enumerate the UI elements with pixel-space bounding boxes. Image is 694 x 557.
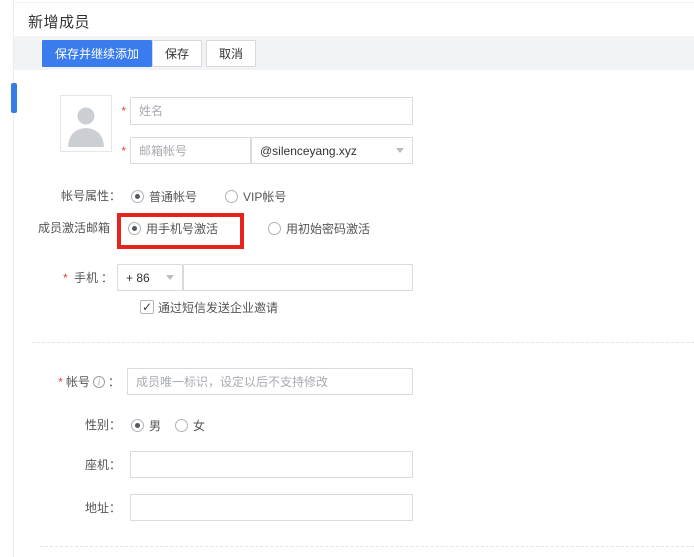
radio-activate-by-password[interactable] [268,222,281,235]
info-icon[interactable]: i [93,376,105,388]
page-title: 新增成员 [28,11,90,32]
radio-activate-by-password-label[interactable]: 用初始密码激活 [286,222,370,236]
section-divider [32,342,694,343]
email-domain-value: @silenceyang.xyz [260,144,392,158]
address-input[interactable] [130,494,413,521]
radio-vip-account[interactable] [225,190,238,203]
landline-input[interactable] [130,451,413,478]
bottom-divider [40,546,694,547]
landline-label: 座机： [0,458,121,472]
radio-gender-male[interactable] [131,419,144,432]
country-code-value: + 86 [126,271,162,285]
top-divider [14,2,694,3]
save-button[interactable]: 保存 [152,40,202,67]
radio-gender-female[interactable] [175,419,188,432]
account-id-input[interactable] [127,368,413,395]
radio-gender-female-label[interactable]: 女 [193,419,205,433]
radio-normal-account-label[interactable]: 普通帐号 [149,190,197,204]
red-highlight-box [117,213,244,249]
account-label: * 帐号 i ： [0,375,120,389]
account-type-label: 帐号属性： [0,189,121,203]
sms-invite-checkbox[interactable]: ✓ [140,300,154,314]
name-input[interactable] [130,97,413,125]
activation-label: 成员激活邮箱 [0,221,110,235]
address-label: 地址： [0,501,121,515]
save-and-continue-button[interactable]: 保存并继续添加 [42,40,152,67]
sms-invite-label[interactable]: 通过短信发送企业邀请 [158,301,278,315]
radio-normal-account[interactable] [131,190,144,203]
cancel-button[interactable]: 取消 [206,40,256,67]
email-account-input[interactable] [130,137,251,164]
mobile-label: * 手机： [0,271,113,285]
email-domain-select[interactable]: @silenceyang.xyz [251,137,413,164]
mobile-number-input[interactable] [183,264,413,291]
gender-label: 性别： [0,418,121,432]
add-member-page: 新增成员 保存并继续添加 保存 取消 * * @silenceyang.xyz … [0,0,694,557]
country-code-select[interactable]: + 86 [117,264,183,291]
chevron-down-icon [166,275,174,280]
name-required-mark: * [0,104,126,118]
chevron-down-icon [396,148,404,153]
radio-gender-male-label[interactable]: 男 [149,419,161,433]
email-required-mark: * [0,144,126,158]
radio-vip-account-label[interactable]: VIP帐号 [243,190,286,204]
